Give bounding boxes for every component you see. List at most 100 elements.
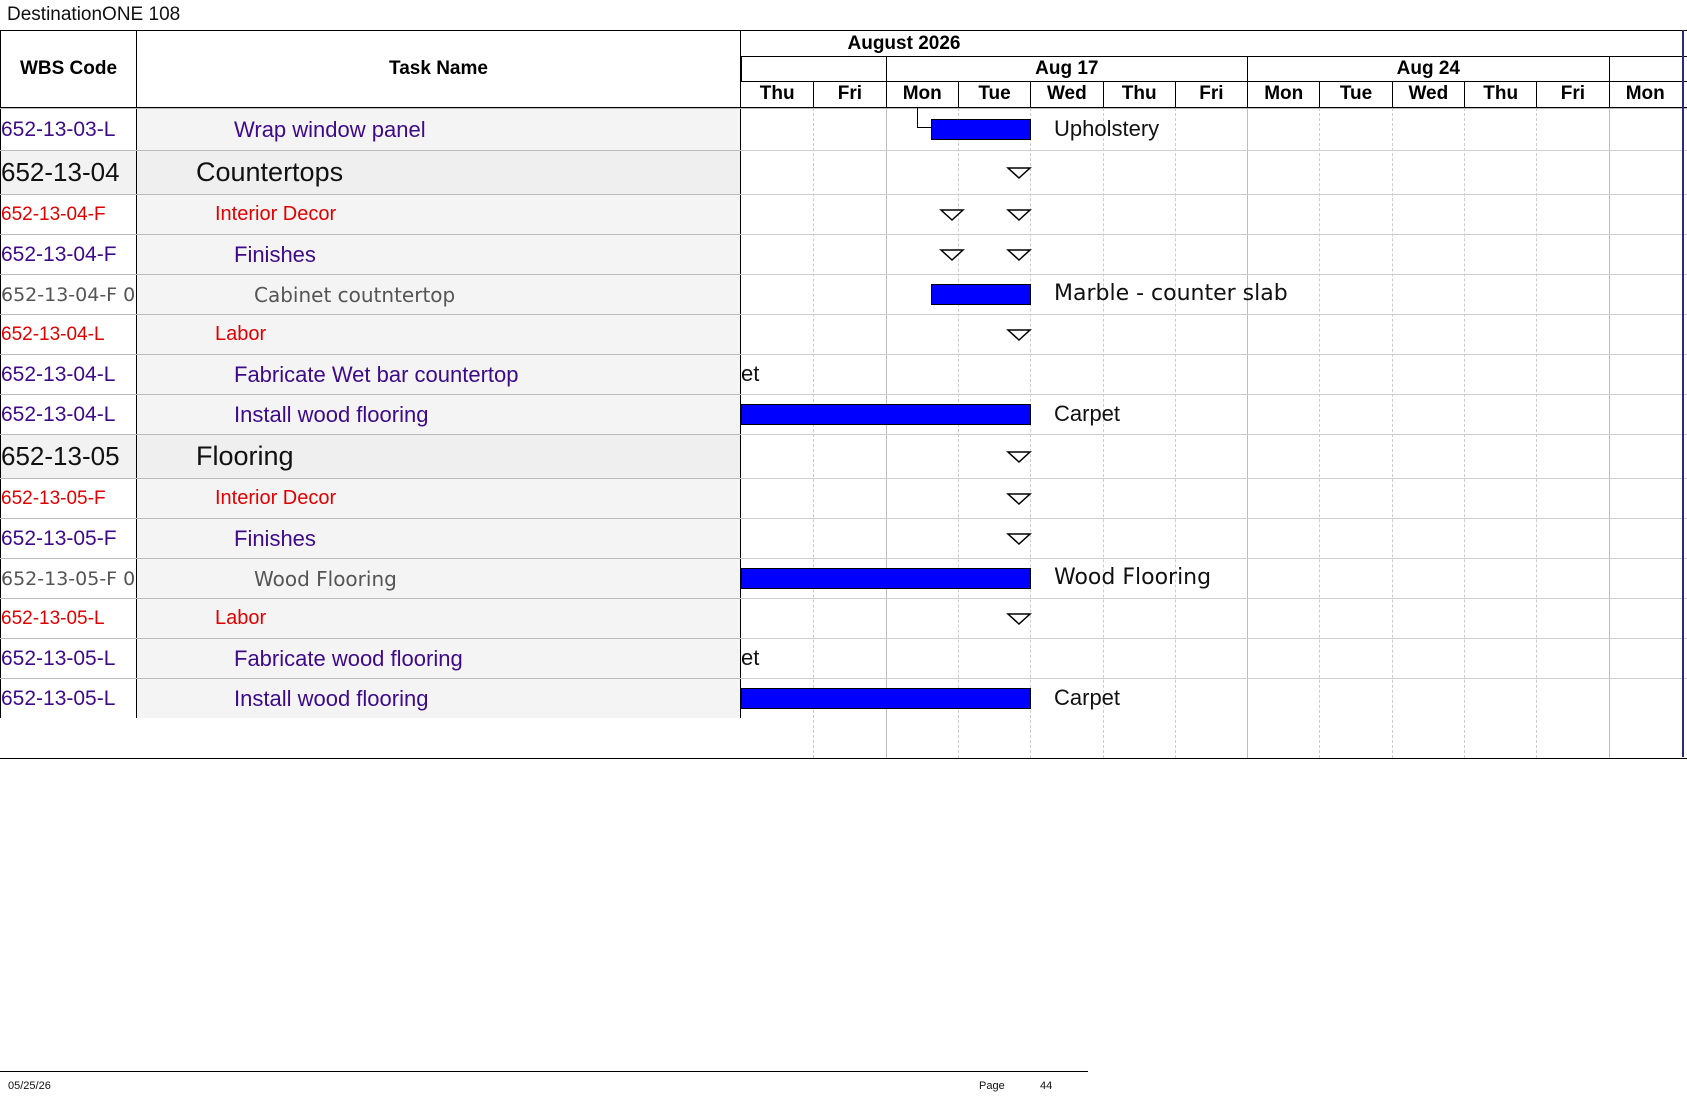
task-name: Interior Decor — [215, 203, 337, 225]
task-name-cell[interactable]: Interior Decor — [137, 195, 741, 234]
task-name-cell[interactable]: Labor — [137, 599, 741, 638]
bar-label: et — [741, 361, 760, 386]
task-name-cell[interactable]: Countertops — [137, 151, 741, 194]
wbs-cell[interactable]: 652-13-04-F — [0, 195, 137, 234]
footer-page-label: Page — [979, 1080, 1005, 1092]
gridline-horizontal — [741, 434, 1687, 435]
wbs-code: 652-13-04-F — [1, 203, 106, 225]
timescale-day: Thu — [1102, 81, 1175, 107]
bar-label: Carpet — [1054, 401, 1121, 426]
wbs-code: 652-13-03-L — [1, 117, 116, 141]
summary-marker-icon — [939, 209, 965, 222]
wbs-code: 652-13-05 — [1, 441, 120, 471]
task-name: Fabricate wood flooring — [234, 645, 463, 671]
task-name: Fabricate Wet bar countertop — [234, 361, 519, 387]
task-name-cell[interactable]: Labor — [137, 315, 741, 354]
bar-label: Marble - counter slab — [1054, 281, 1288, 306]
task-name: Interior Decor — [215, 487, 337, 509]
wbs-cell[interactable]: 652-13-05-F — [0, 479, 137, 518]
wbs-cell[interactable]: 652-13-05 — [0, 435, 137, 478]
timescale-day: Mon — [1608, 81, 1681, 107]
task-name-cell[interactable]: Finishes — [137, 519, 741, 558]
gridline-vertical — [1102, 108, 1104, 758]
wbs-code: 652-13-05-F 0 — [1, 567, 136, 590]
task-name: Flooring — [196, 441, 294, 471]
bar-label: et — [741, 645, 760, 670]
task-name-cell[interactable]: Fabricate wood flooring — [137, 639, 741, 678]
timescale-day: Mon — [1247, 81, 1319, 107]
task-bar[interactable] — [741, 688, 1031, 709]
gridline-vertical — [1174, 108, 1176, 758]
timescale-day: Fri — [1536, 81, 1608, 107]
timescale-day: Tue — [957, 81, 1030, 107]
wbs-cell[interactable]: 652-13-05-F 0 — [0, 559, 137, 598]
wbs-cell[interactable]: 652-13-04-L — [0, 315, 137, 354]
task-name-cell[interactable]: Interior Decor — [137, 479, 741, 518]
gridline-horizontal — [741, 314, 1687, 315]
wbs-code: 652-13-04-F — [1, 242, 117, 266]
timescale: August 2026 Aug 17 Aug 24 Thu Fri Mon Tue Wed… — [741, 31, 1687, 108]
gridline-horizontal — [741, 234, 1687, 235]
bar-label: Wood Flooring — [1054, 565, 1212, 590]
wbs-cell[interactable]: 652-13-04-F — [0, 235, 137, 274]
timescale-day: Mon — [885, 81, 958, 107]
task-bar[interactable] — [741, 404, 1031, 425]
task-name-cell[interactable]: Wrap window panel — [137, 109, 741, 150]
summary-marker-icon — [1006, 209, 1032, 222]
task-bar[interactable] — [931, 119, 1031, 140]
bar-label: Carpet — [1054, 685, 1121, 710]
summary-marker-icon — [1006, 329, 1032, 342]
wbs-code: 652-13-05-L — [1, 607, 105, 629]
task-name: Finishes — [234, 525, 316, 551]
wbs-cell[interactable]: 652-13-05-F — [0, 519, 137, 558]
chart-right-border — [1682, 30, 1684, 757]
timescale-day: Tue — [1319, 81, 1391, 107]
timescale-week: Aug 24 — [1247, 56, 1609, 81]
wbs-cell[interactable]: 652-13-04-L — [0, 395, 137, 434]
task-column-header[interactable]: Task Name — [137, 31, 741, 108]
gantt-sheet: WBS Code Task Name August 2026 Aug 17 Aug… — [0, 30, 1687, 759]
wbs-code: 652-13-04 — [1, 157, 120, 187]
gantt-chart-area: Upholstery Marble - counter slab et Carpet W… — [741, 108, 1687, 758]
wbs-code: 652-13-05-L — [1, 686, 116, 710]
wbs-cell[interactable]: 652-13-03-L — [0, 109, 137, 150]
timescale-day: Wed — [1391, 81, 1464, 107]
gridline-horizontal — [741, 274, 1687, 275]
timescale-week — [1608, 56, 1687, 81]
task-name-cell[interactable]: Flooring — [137, 435, 741, 478]
wbs-cell[interactable]: 652-13-04-L — [0, 355, 137, 394]
gridline-vertical — [1536, 108, 1538, 758]
footer-divider — [0, 1071, 1088, 1072]
wbs-cell[interactable]: 652-13-05-L — [0, 639, 137, 678]
summary-marker-icon — [1006, 451, 1032, 464]
timescale-week-row: Aug 17 Aug 24 — [741, 56, 1687, 82]
task-name-cell[interactable]: Wood Flooring — [137, 559, 741, 598]
wbs-code: 652-13-05-F — [1, 487, 106, 509]
task-name-cell[interactable]: Install wood flooring — [137, 679, 741, 718]
task-name-cell[interactable]: Fabricate Wet bar countertop — [137, 355, 741, 394]
summary-marker-icon — [1006, 249, 1032, 262]
wbs-cell[interactable]: 652-13-04 — [0, 151, 137, 194]
wbs-cell[interactable]: 652-13-05-L — [0, 599, 137, 638]
wbs-column-header[interactable]: WBS Code — [0, 31, 137, 108]
bar-label: Upholstery — [1054, 116, 1160, 141]
task-name: Wrap window panel — [234, 116, 426, 142]
summary-marker-icon — [1006, 533, 1032, 546]
wbs-cell[interactable]: 652-13-05-L — [0, 679, 137, 718]
gridline-vertical — [1464, 108, 1465, 758]
task-name-cell[interactable]: Install wood flooring — [137, 395, 741, 434]
task-name: Finishes — [234, 241, 316, 267]
timescale-day: Thu — [1464, 81, 1536, 107]
task-name: Labor — [215, 323, 267, 345]
timescale-week: Aug 17 — [885, 56, 1248, 81]
task-bar[interactable] — [741, 568, 1031, 589]
timescale-day-row: Thu Fri Mon Tue Wed Thu Fri Mon Tue Wed Thu Fri Mon — [741, 81, 1687, 107]
gridline-vertical — [813, 108, 815, 758]
task-name-cell[interactable]: Finishes — [137, 235, 741, 274]
gridline-horizontal — [741, 394, 1687, 395]
gridline-horizontal — [741, 678, 1687, 679]
wbs-cell[interactable]: 652-13-04-F 0 — [0, 275, 137, 314]
task-bar[interactable] — [931, 284, 1031, 305]
wbs-code: 652-13-04-L — [1, 402, 116, 426]
task-name-cell[interactable]: Cabinet coutntertop — [137, 275, 741, 314]
